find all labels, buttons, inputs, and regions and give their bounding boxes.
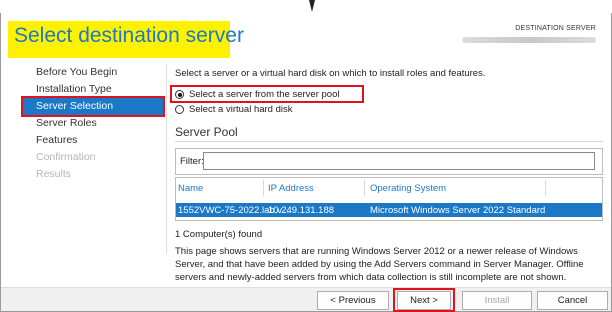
column-separator xyxy=(364,180,365,196)
radio-unchecked-icon[interactable] xyxy=(175,105,184,114)
column-header-ip-address[interactable]: IP Address xyxy=(268,183,314,194)
install-button: Install xyxy=(462,291,532,310)
cell-ip-address: 10.249.131.188 xyxy=(268,205,335,216)
nav-item-confirmation: Confirmation xyxy=(36,151,96,163)
nav-item-features[interactable]: Features xyxy=(23,132,163,149)
down-arrow-icon xyxy=(309,0,315,12)
server-pool-description: This page shows servers that are running… xyxy=(175,246,584,283)
nav-item-server-roles[interactable]: Server Roles xyxy=(23,115,163,132)
filter-input[interactable] xyxy=(203,152,595,170)
server-pool-rule xyxy=(175,141,603,142)
destination-server-label: DESTINATION SERVER xyxy=(515,25,596,32)
column-header-name[interactable]: Name xyxy=(178,183,203,194)
nav-item-server-selection[interactable]: Server Selection xyxy=(21,96,165,117)
computers-found-count: 1 Computer(s) found xyxy=(175,229,263,240)
server-pool-option[interactable]: Select a server from the server pool xyxy=(175,89,339,100)
column-separator xyxy=(263,180,264,196)
cell-operating-system: Microsoft Windows Server 2022 Standard xyxy=(370,205,546,216)
nav-item-results: Results xyxy=(36,168,72,180)
next-button[interactable]: Next > xyxy=(397,291,451,310)
column-header-operating-system[interactable]: Operating System xyxy=(370,183,446,194)
destination-server-value-blurred xyxy=(462,37,596,43)
virtual-disk-option[interactable]: Select a virtual hard disk xyxy=(175,104,293,115)
radio-checked-icon[interactable] xyxy=(175,90,184,99)
nav-divider xyxy=(166,64,167,254)
virtual-disk-option-label: Select a virtual hard disk xyxy=(189,104,293,115)
previous-button[interactable]: < Previous xyxy=(317,291,389,310)
nav-item-installation-type[interactable]: Installation Type xyxy=(23,81,163,98)
intro-text: Select a server or a virtual hard disk o… xyxy=(175,68,486,79)
cancel-button[interactable]: Cancel xyxy=(537,291,608,310)
nav-item-before-you-begin[interactable]: Before You Begin xyxy=(23,64,163,81)
filter-label: Filter: xyxy=(180,156,204,167)
column-separator xyxy=(545,180,546,196)
wizard-nav: Before You Begin Installation Type Serve… xyxy=(21,64,165,183)
server-pool-option-label: Select a server from the server pool xyxy=(189,89,340,100)
page-title: Select destination server xyxy=(14,24,244,47)
server-pool-heading: Server Pool xyxy=(175,125,238,139)
